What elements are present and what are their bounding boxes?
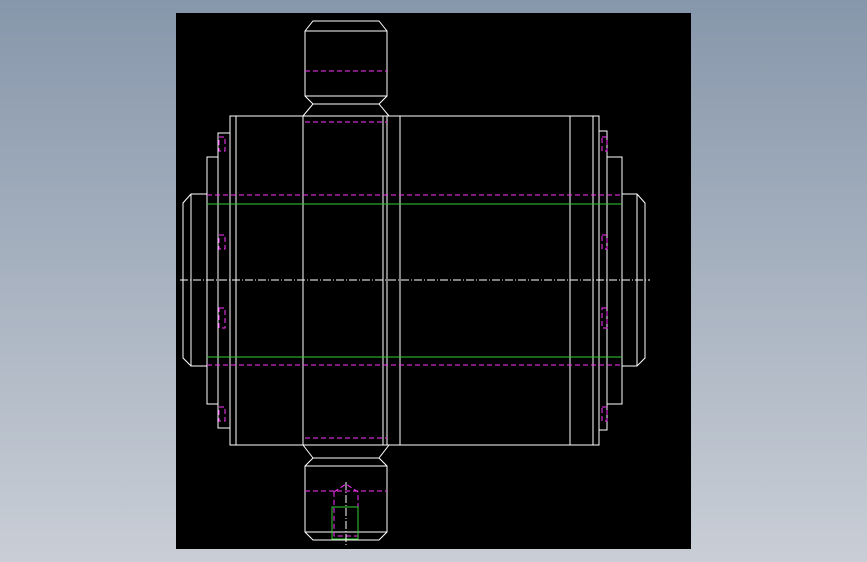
bolt-hole-left xyxy=(218,234,226,250)
tapped-hole-thread xyxy=(331,506,359,540)
bolt-hole-right xyxy=(601,307,608,329)
bolt-hole-right xyxy=(601,234,608,250)
bolt-hole-left xyxy=(218,136,226,152)
bolt-hole-left xyxy=(218,406,226,422)
top-hub-outline xyxy=(304,20,388,105)
bolt-hole-left xyxy=(218,307,226,329)
top-hub-neck xyxy=(302,103,390,117)
bolt-hole-right xyxy=(601,136,608,152)
cad-drawing[interactable] xyxy=(176,13,691,549)
bolt-hole-right xyxy=(601,406,608,422)
cad-viewport[interactable] xyxy=(176,13,691,549)
left-sleeve-outline xyxy=(229,115,304,446)
bottom-hub-neck xyxy=(302,444,390,459)
